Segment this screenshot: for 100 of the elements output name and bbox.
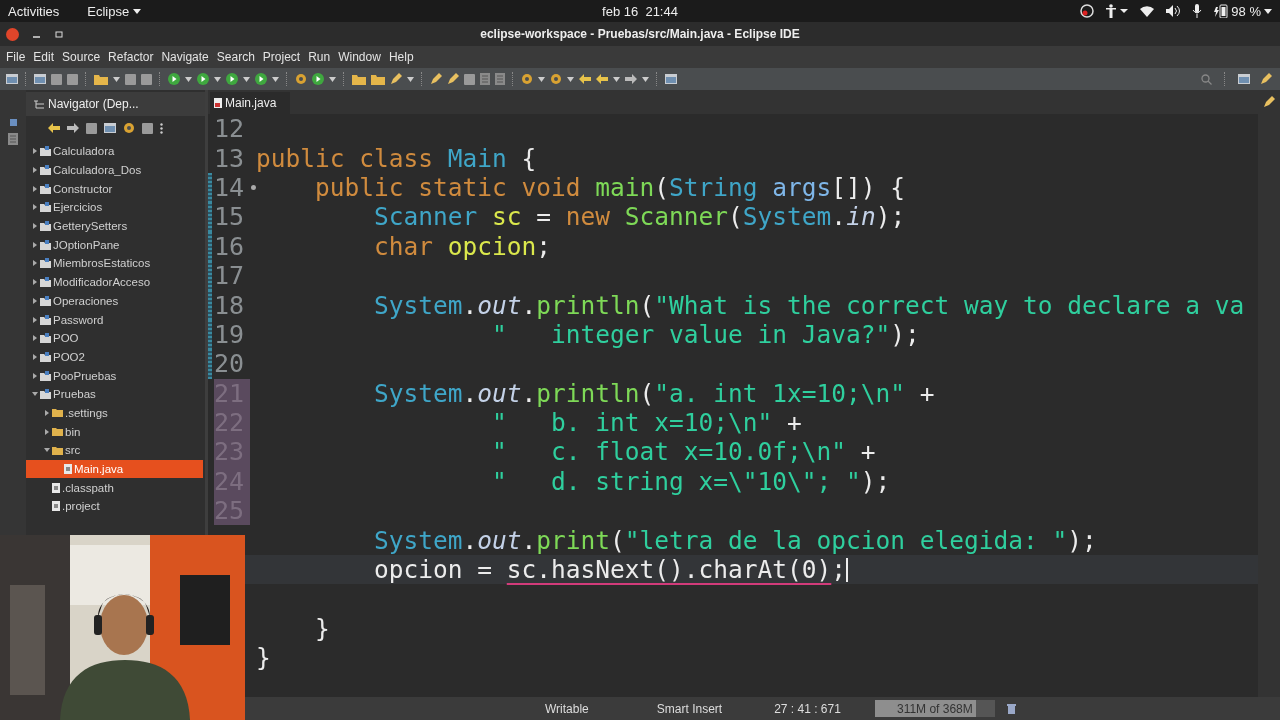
play-icon[interactable]: [197, 73, 209, 85]
more-options-icon[interactable]: [160, 122, 163, 134]
code-line: }: [256, 643, 271, 673]
tree-item[interactable]: Ejercicios: [26, 198, 205, 217]
accessibility-icon[interactable]: [1106, 4, 1129, 18]
tree-item[interactable]: bin: [26, 422, 205, 441]
record-icon[interactable]: [1080, 4, 1095, 18]
tree-item[interactable]: Constructor: [26, 179, 205, 199]
menu-item[interactable]: Project: [258, 50, 305, 64]
battery-level[interactable]: 98 %: [1231, 3, 1261, 19]
speaker-icon[interactable]: [1166, 5, 1181, 17]
collapsed-arrow-icon[interactable]: [32, 223, 38, 230]
collapsed-arrow-icon[interactable]: [32, 316, 38, 323]
collapsed-arrow-icon[interactable]: [32, 241, 38, 248]
fold-marker-icon[interactable]: [251, 184, 256, 190]
tree-item[interactable]: .settings: [26, 403, 205, 423]
collapsed-arrow-icon[interactable]: [32, 279, 38, 286]
tree-item[interactable]: Main.java: [26, 459, 203, 479]
collapsed-arrow-icon[interactable]: [32, 167, 38, 174]
pencil-icon[interactable]: [430, 73, 442, 85]
square-icon[interactable]: [142, 122, 153, 134]
clock[interactable]: feb 16 21:44: [602, 3, 678, 19]
activities-button[interactable]: Activities: [8, 3, 60, 19]
pencil-icon[interactable]: [447, 73, 459, 85]
menu-item[interactable]: Search: [212, 50, 259, 64]
maximize-button[interactable]: [55, 30, 63, 38]
navigator-tab[interactable]: Navigator (Dep...: [26, 92, 205, 116]
collapsed-arrow-icon[interactable]: [32, 353, 38, 360]
tree-item[interactable]: Calculadora_Dos: [26, 160, 205, 180]
line-number: 16: [214, 231, 246, 261]
window-icon[interactable]: [6, 73, 18, 85]
collapsed-arrow-icon[interactable]: [32, 148, 38, 155]
tree-item[interactable]: Calculadora: [26, 142, 205, 161]
caret-icon[interactable]: [133, 8, 142, 14]
tree-item[interactable]: src: [26, 441, 205, 460]
arrow-left-icon[interactable]: [596, 74, 608, 84]
square-icon[interactable]: [464, 73, 475, 85]
menu-item[interactable]: Help: [384, 50, 418, 64]
menu-item[interactable]: Edit: [29, 50, 59, 64]
tree-item[interactable]: Operaciones: [26, 291, 205, 311]
menu-item[interactable]: Navigate: [157, 50, 213, 64]
menu-item[interactable]: Refactor: [104, 50, 158, 64]
collapsed-arrow-icon[interactable]: [32, 335, 38, 342]
play-icon[interactable]: [312, 73, 324, 85]
tree-item[interactable]: JOptionPane: [26, 235, 205, 255]
window-icon[interactable]: [104, 122, 116, 134]
pencil-icon[interactable]: [390, 73, 402, 85]
collapsed-arrow-icon[interactable]: [44, 428, 50, 435]
play-icon[interactable]: [226, 73, 238, 85]
tree-item[interactable]: .classpath: [26, 478, 205, 498]
wifi-icon[interactable]: [1140, 5, 1155, 17]
expanded-arrow-icon[interactable]: [32, 391, 38, 398]
tree-item[interactable]: PooPruebas: [26, 366, 205, 385]
battery-icon[interactable]: [1214, 4, 1229, 18]
arrow-left-icon[interactable]: [48, 123, 60, 133]
tree-item[interactable]: ModificadorAcceso: [26, 272, 205, 292]
pencil-icon[interactable]: [1263, 96, 1275, 108]
menu-item[interactable]: File: [2, 50, 30, 64]
app-menu[interactable]: Eclipse: [87, 3, 142, 19]
tree-item[interactable]: GetterySetters: [26, 216, 205, 236]
expanded-arrow-icon[interactable]: [44, 447, 50, 454]
folder-icon[interactable]: [371, 73, 385, 85]
caret-icon[interactable]: [1264, 8, 1272, 14]
arrow-right-icon[interactable]: [625, 74, 637, 84]
tree-item[interactable]: POO2: [26, 347, 205, 367]
square-icon[interactable]: [67, 73, 78, 85]
memory-bar[interactable]: 311M of 368M: [874, 700, 995, 717]
pencil-icon[interactable]: [1260, 73, 1272, 85]
window-icon[interactable]: [34, 73, 46, 85]
tree-item[interactable]: Pruebas: [26, 384, 205, 404]
window-icon[interactable]: [665, 73, 677, 85]
folder-icon[interactable]: [94, 73, 108, 85]
code-line: System.out.print("letra de la opcion elegida: ");: [374, 525, 1097, 555]
collapsed-arrow-icon[interactable]: [32, 185, 38, 192]
arrow-left-icon[interactable]: [579, 74, 591, 84]
window-icon[interactable]: [1238, 73, 1250, 85]
tree-item[interactable]: Password: [26, 310, 205, 329]
close-button[interactable]: [6, 27, 19, 41]
tree-item[interactable]: .project: [26, 497, 205, 516]
tree-item[interactable]: MiembrosEstaticos: [26, 254, 205, 273]
trash-icon[interactable]: [1006, 703, 1016, 714]
collapsed-arrow-icon[interactable]: [32, 204, 38, 211]
tree-item[interactable]: POO: [26, 328, 205, 348]
menu-item[interactable]: Window: [334, 50, 385, 64]
play-icon[interactable]: [168, 73, 180, 85]
collapsed-arrow-icon[interactable]: [32, 297, 38, 304]
menu-item[interactable]: Source: [58, 50, 105, 64]
square-icon[interactable]: [51, 73, 62, 85]
menu-item[interactable]: Run: [304, 50, 335, 64]
square-icon[interactable]: [125, 73, 136, 85]
collapsed-arrow-icon[interactable]: [32, 372, 38, 379]
collapsed-arrow-icon[interactable]: [32, 260, 38, 267]
play-icon[interactable]: [255, 73, 267, 85]
editor-tab[interactable]: Main.java: [210, 92, 291, 114]
collapsed-arrow-icon[interactable]: [44, 409, 50, 416]
folder-icon[interactable]: [352, 73, 366, 85]
square-icon[interactable]: [141, 73, 152, 85]
arrow-right-icon[interactable]: [67, 123, 79, 133]
square-icon[interactable]: [86, 122, 97, 134]
microphone-icon[interactable]: [1192, 4, 1203, 18]
